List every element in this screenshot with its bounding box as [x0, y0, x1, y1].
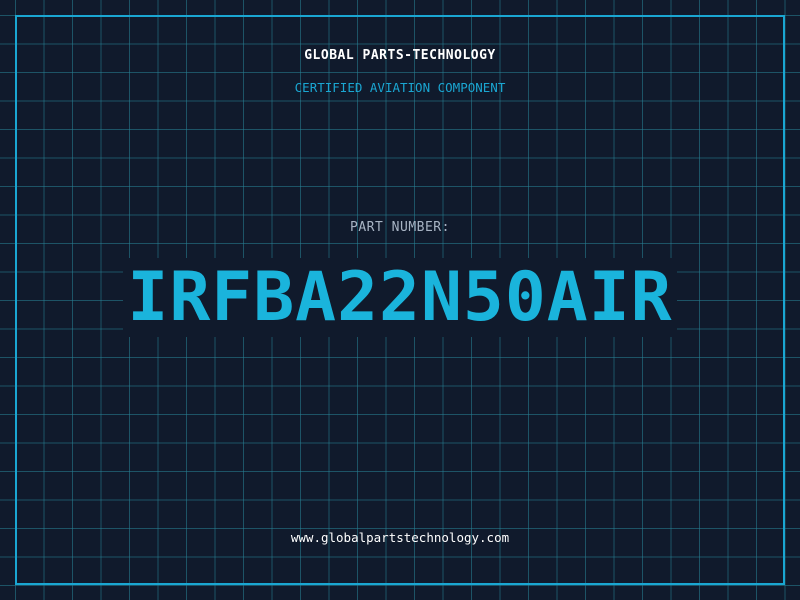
part-number-label: PART NUMBER:: [350, 220, 450, 235]
tagline: CERTIFIED AVIATION COMPONENT: [294, 80, 506, 95]
brand-title: GLOBAL PARTS-TECHNOLOGY: [304, 48, 496, 63]
part-number-text: IRFBA22N50AIR: [123, 258, 677, 337]
part-number-value: IRFBA22N50AIR: [0, 258, 800, 338]
website-url: www.globalpartstechnology.com: [290, 530, 510, 545]
